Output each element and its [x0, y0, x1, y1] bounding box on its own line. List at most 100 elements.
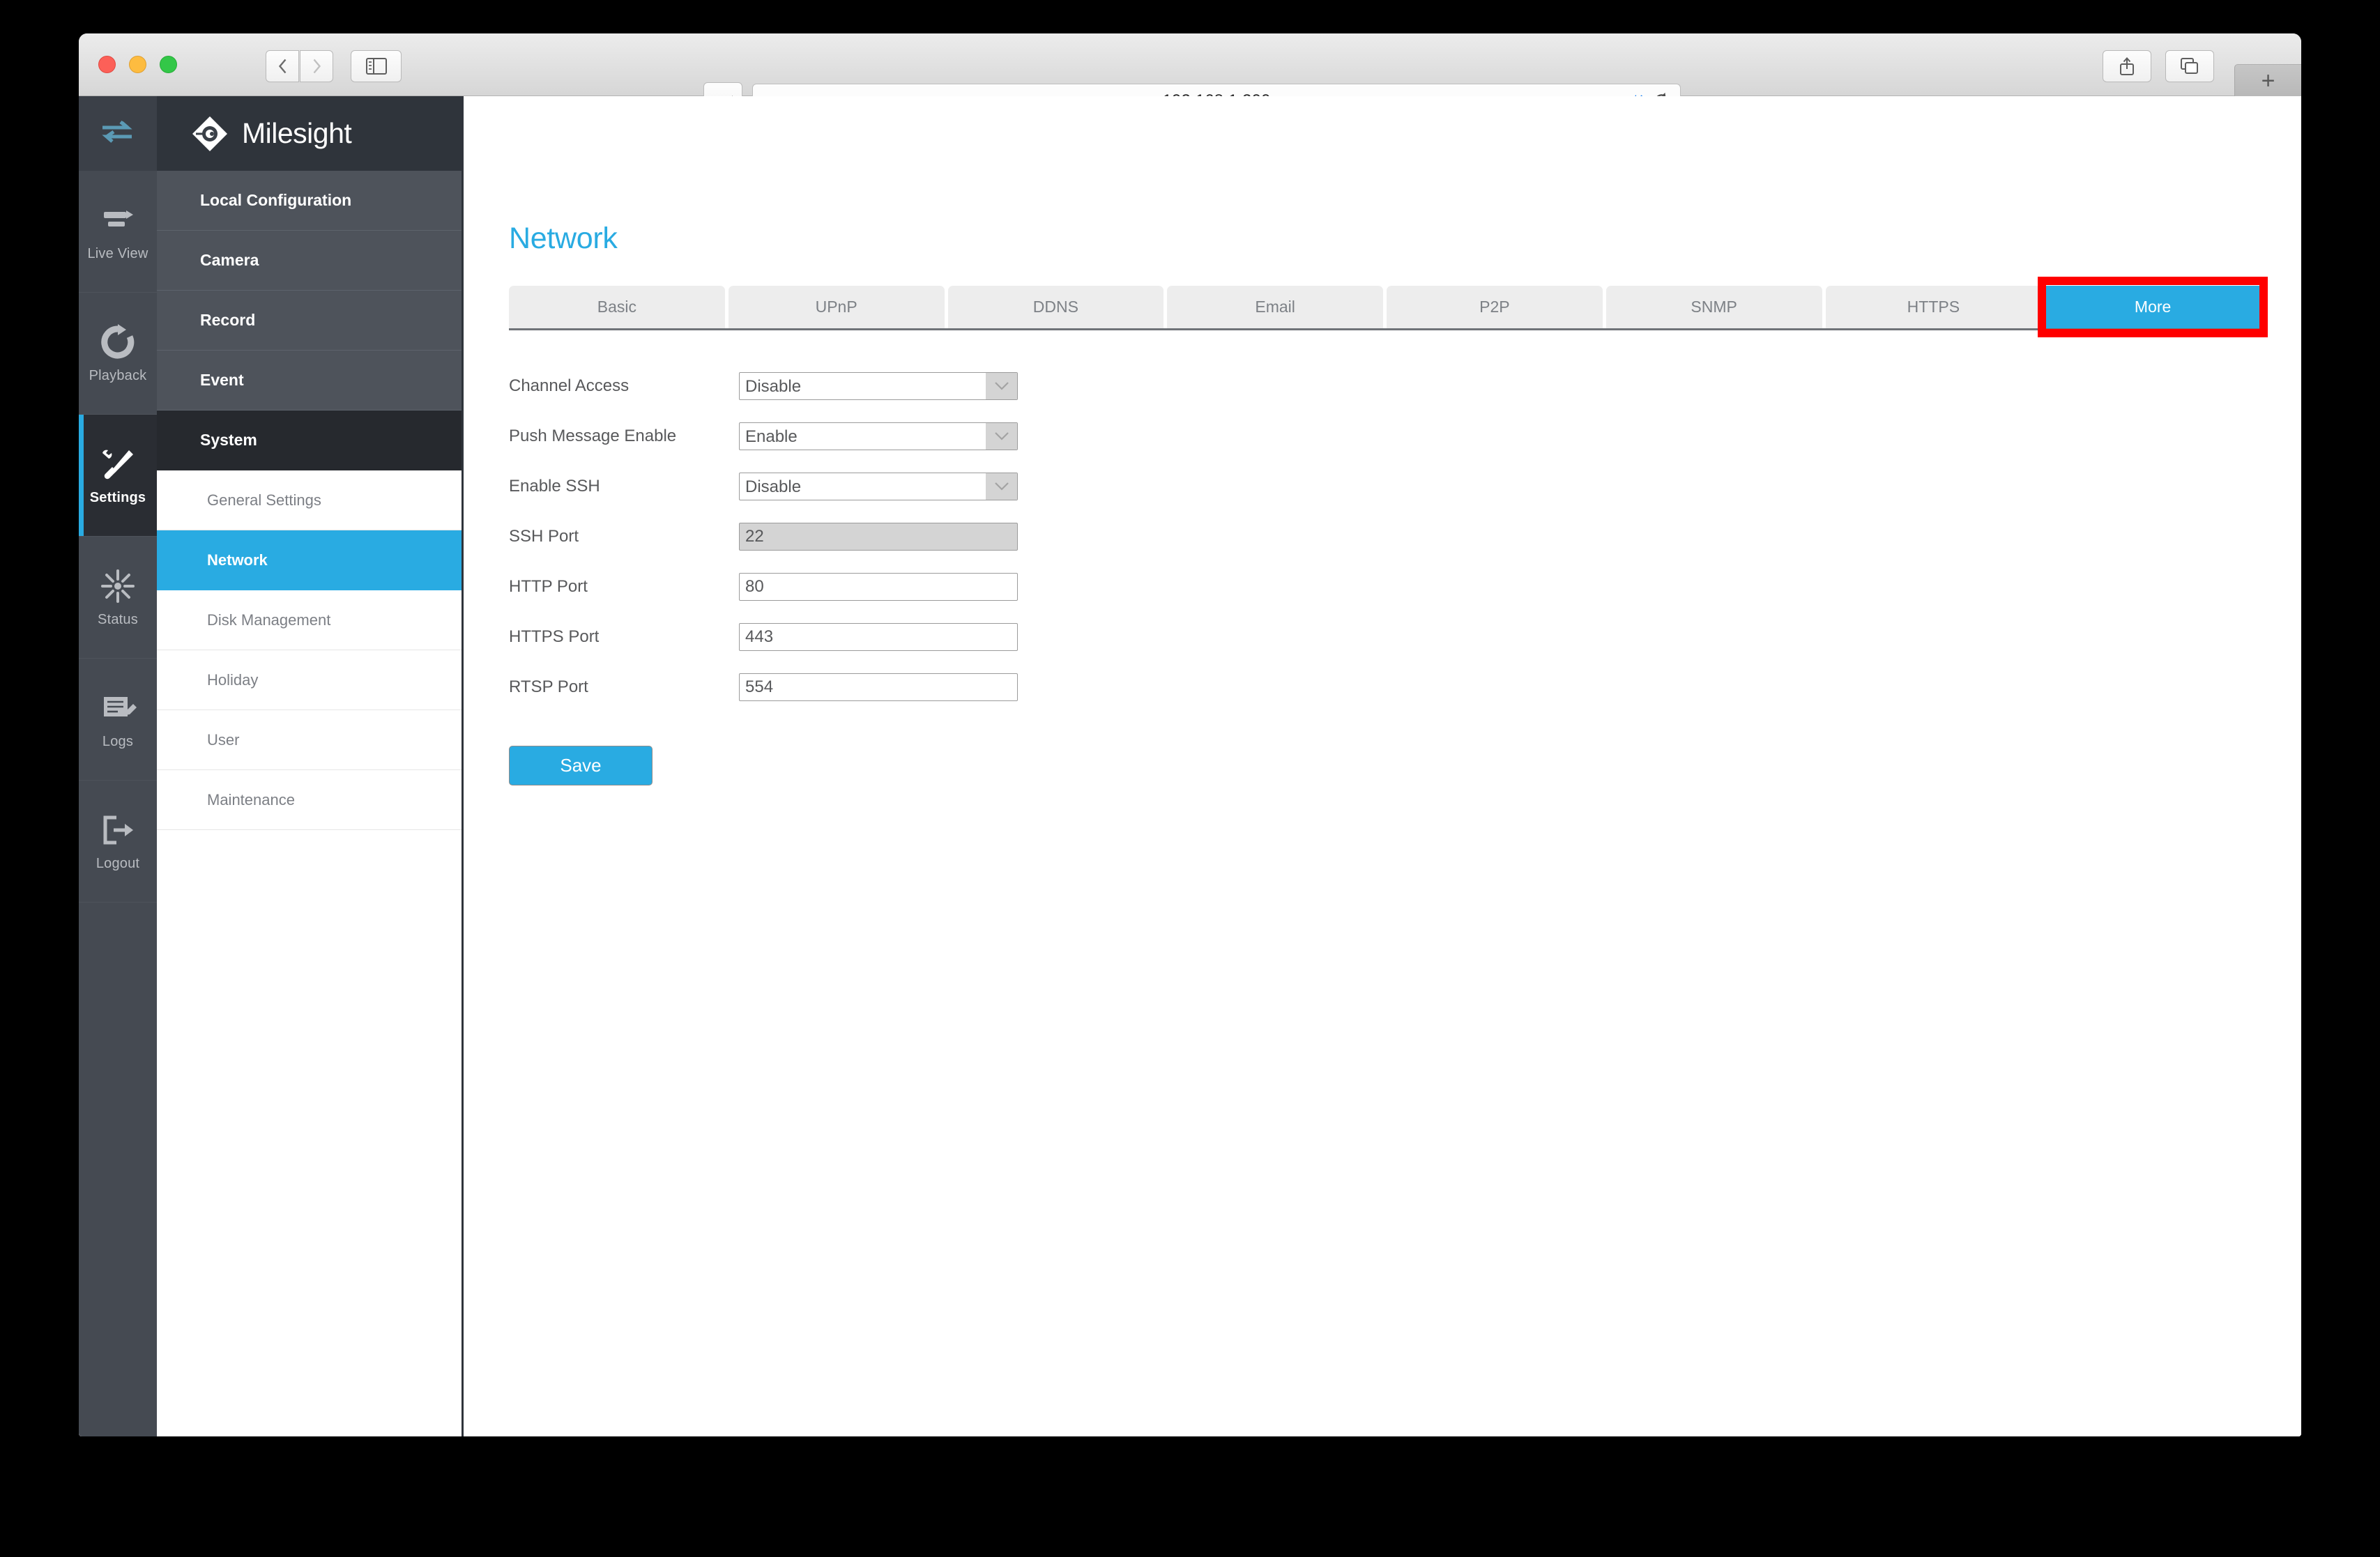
rail-item-label: Settings — [90, 490, 146, 506]
https-port-wrapper — [739, 623, 1018, 651]
field-label: HTTP Port — [509, 577, 739, 597]
channel-access-select[interactable]: Disable — [739, 372, 1018, 400]
brand-bar: Milesight — [157, 96, 461, 171]
tab-label: Email — [1255, 298, 1295, 316]
tab-more[interactable]: More — [2045, 286, 2261, 328]
https-port-input[interactable] — [739, 623, 1018, 651]
tab-https[interactable]: HTTPS — [1826, 286, 2042, 328]
status-burst-icon — [98, 567, 137, 606]
nav-subitem-label: Disk Management — [207, 611, 330, 629]
tab-label: SNMP — [1691, 298, 1737, 316]
rail-item-label: Live View — [87, 246, 148, 262]
save-button[interactable]: Save — [509, 746, 653, 785]
enable-ssh-select[interactable]: Disable — [739, 473, 1018, 500]
tab-label: DDNS — [1033, 298, 1078, 316]
nav-subitem-label: User — [207, 731, 239, 749]
nav-subitem-label: Network — [207, 551, 268, 569]
field-label: Enable SSH — [509, 477, 739, 496]
nav-subitem-network[interactable]: Network — [157, 530, 461, 590]
tab-label: P2P — [1479, 298, 1509, 316]
rail-item-logs[interactable]: Logs — [79, 659, 157, 781]
nav-filler — [157, 830, 461, 1436]
milesight-diamond-logo — [190, 114, 229, 153]
tab-label: HTTPS — [1907, 298, 1960, 316]
nav-subitem-maintenance[interactable]: Maintenance — [157, 770, 461, 830]
rail-item-label: Status — [98, 612, 138, 628]
form-row-http-port: HTTP Port — [509, 562, 1018, 612]
nav-subitem-general-settings[interactable]: General Settings — [157, 470, 461, 530]
forward-button[interactable] — [300, 50, 333, 82]
rail-logo-cell[interactable] — [79, 96, 157, 171]
rail-item-playback[interactable]: Playback — [79, 293, 157, 415]
nav-item-system[interactable]: System — [157, 411, 461, 470]
tab-p2p[interactable]: P2P — [1387, 286, 1603, 328]
field-label: RTSP Port — [509, 677, 739, 697]
form-row-ssh-port: SSH Port — [509, 512, 1018, 562]
playback-icon — [98, 323, 137, 362]
live-view-icon — [98, 201, 137, 240]
rtsp-port-input[interactable] — [739, 673, 1018, 701]
minimize-window-button[interactable] — [129, 56, 146, 73]
channel-access-wrapper: Disable — [739, 372, 1018, 400]
rail-item-live-view[interactable]: Live View — [79, 171, 157, 293]
back-button[interactable] — [266, 50, 299, 82]
logs-icon — [98, 689, 137, 728]
tab-overview-icon — [2180, 57, 2199, 75]
network-more-form: Channel Access Disable Push Message Enab… — [509, 361, 1018, 712]
tab-basic[interactable]: Basic — [509, 286, 725, 328]
form-row-rtsp-port: RTSP Port — [509, 662, 1018, 712]
form-row-enable-ssh: Enable SSH Disable — [509, 461, 1018, 512]
nav-item-local-configuration[interactable]: Local Configuration — [157, 171, 461, 231]
form-row-push-message-enable: Push Message Enable Enable — [509, 411, 1018, 461]
share-button[interactable] — [2103, 50, 2151, 82]
window-controls — [98, 56, 177, 73]
new-tab-button[interactable]: + — [2234, 64, 2301, 97]
tab-upnp[interactable]: UPnP — [729, 286, 945, 328]
tab-label: UPnP — [816, 298, 857, 316]
tab-snmp[interactable]: SNMP — [1606, 286, 1822, 328]
nav-item-event[interactable]: Event — [157, 351, 461, 411]
rail-item-label: Logout — [96, 856, 139, 872]
page-title: Network — [509, 222, 618, 256]
sidebar-toggle-button[interactable] — [351, 50, 402, 82]
rail-item-label: Playback — [89, 368, 147, 384]
rail-item-logout[interactable]: Logout — [79, 781, 157, 903]
enable-ssh-wrapper: Disable — [739, 473, 1018, 500]
tab-ddns[interactable]: DDNS — [948, 286, 1164, 328]
tab-more-wrapper: More — [2045, 286, 2261, 328]
http-port-wrapper — [739, 573, 1018, 601]
nav-item-camera[interactable]: Camera — [157, 231, 461, 291]
field-label: Push Message Enable — [509, 427, 739, 446]
form-row-channel-access: Channel Access Disable — [509, 361, 1018, 411]
field-label: SSH Port — [509, 527, 739, 546]
nav-subitem-user[interactable]: User — [157, 710, 461, 770]
http-port-input[interactable] — [739, 573, 1018, 601]
maximize-window-button[interactable] — [160, 56, 177, 73]
nav-subitem-disk-management[interactable]: Disk Management — [157, 590, 461, 650]
transfer-arrows-icon — [98, 114, 137, 153]
nav-subitem-holiday[interactable]: Holiday — [157, 650, 461, 710]
push-message-enable-select[interactable]: Enable — [739, 422, 1018, 450]
logout-icon — [98, 811, 137, 850]
share-icon — [2118, 56, 2136, 76]
tab-overview-button[interactable] — [2165, 50, 2214, 82]
nav-column: Milesight Local Configuration Camera Rec… — [157, 96, 464, 1436]
close-window-button[interactable] — [98, 56, 116, 73]
browser-toolbar: 192.168.1.200 — [79, 33, 2301, 96]
rail-item-status[interactable]: Status — [79, 537, 157, 659]
settings-tools-icon — [98, 445, 137, 484]
tab-email[interactable]: Email — [1167, 286, 1383, 328]
plus-icon: + — [2261, 67, 2275, 95]
ssh-port-input[interactable] — [739, 523, 1018, 551]
nav-subitem-label: Maintenance — [207, 791, 295, 809]
ssh-port-wrapper — [739, 523, 1018, 551]
field-label: HTTPS Port — [509, 627, 739, 647]
nav-item-label: System — [200, 431, 257, 450]
push-message-enable-wrapper: Enable — [739, 422, 1018, 450]
nav-item-record[interactable]: Record — [157, 291, 461, 351]
nav-item-label: Local Configuration — [200, 191, 351, 210]
content-area: Network Basic UPnP DDNS Email P2P — [464, 96, 2301, 1436]
browser-window: 192.168.1.200 — [79, 33, 2301, 1436]
nav-subitem-label: Holiday — [207, 671, 258, 689]
rail-item-settings[interactable]: Settings — [79, 415, 157, 537]
